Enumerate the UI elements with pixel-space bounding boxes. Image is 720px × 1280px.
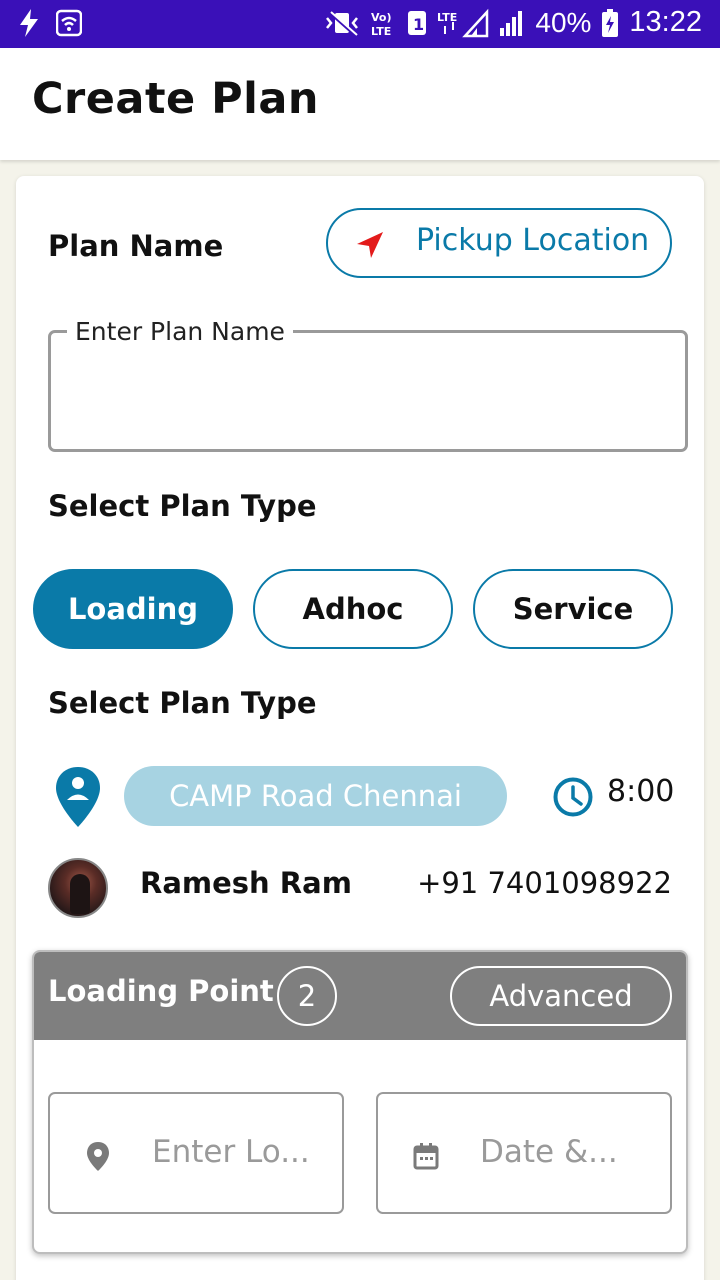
plan-name-label: Plan Name bbox=[48, 229, 224, 263]
status-bar: Vo) LTE 1 LTE 40% 13:22 bbox=[0, 0, 720, 48]
pickup-location-chip[interactable]: CAMP Road Chennai bbox=[124, 766, 507, 826]
plan-type-adhoc-button[interactable]: Adhoc bbox=[253, 569, 453, 649]
clock-icon bbox=[553, 777, 593, 817]
calendar-icon bbox=[413, 1143, 439, 1170]
svg-text:LTE: LTE bbox=[371, 25, 391, 38]
clock-time: 13:22 bbox=[629, 6, 702, 38]
battery-charging-icon bbox=[602, 8, 619, 37]
create-plan-card: Plan Name Pickup Location Enter Plan Nam… bbox=[16, 176, 704, 1280]
svg-text:Vo): Vo) bbox=[371, 11, 392, 24]
loading-point-count-badge: 2 bbox=[277, 966, 337, 1026]
loading-point-header: Loading Point 2 Advanced bbox=[34, 952, 686, 1040]
contact-name: Ramesh Ram bbox=[140, 866, 352, 900]
loading-date-placeholder: Date &... bbox=[480, 1134, 618, 1170]
loading-location-input[interactable]: Enter Lo... bbox=[48, 1092, 344, 1214]
flash-icon bbox=[20, 9, 38, 37]
select-plan-type-label-2: Select Plan Type bbox=[48, 686, 317, 720]
navigation-arrow-icon bbox=[357, 232, 383, 258]
battery-percent: 40% bbox=[535, 6, 592, 38]
app-bar: Create Plan bbox=[0, 48, 720, 160]
sim-1-icon: 1 bbox=[408, 10, 427, 35]
pickup-time[interactable]: 8:00 bbox=[607, 774, 674, 809]
location-pin-icon bbox=[56, 767, 100, 827]
pickup-location-button[interactable]: Pickup Location bbox=[326, 208, 672, 278]
vibrate-icon bbox=[326, 10, 359, 36]
contact-phone: +91 7401098922 bbox=[417, 866, 672, 900]
pickup-location-label: Pickup Location bbox=[416, 223, 650, 258]
page-title: Create Plan bbox=[32, 74, 320, 124]
loading-date-input[interactable]: Date &... bbox=[376, 1092, 672, 1214]
plan-name-input[interactable]: Enter Plan Name bbox=[48, 317, 688, 452]
plan-type-loading-button[interactable]: Loading bbox=[33, 569, 233, 649]
loading-point-title: Loading Point bbox=[48, 974, 274, 1008]
location-pin-icon bbox=[87, 1142, 109, 1171]
plan-name-input-label: Enter Plan Name bbox=[67, 317, 293, 346]
svg-text:1: 1 bbox=[413, 15, 424, 34]
advanced-button[interactable]: Advanced bbox=[450, 966, 672, 1026]
plan-type-service-button[interactable]: Service bbox=[473, 569, 673, 649]
avatar bbox=[48, 858, 108, 918]
lte-signal-icon: LTE bbox=[437, 8, 489, 37]
wifi-icon bbox=[56, 9, 82, 37]
select-plan-type-label: Select Plan Type bbox=[48, 489, 317, 523]
volte-icon: Vo)LTE bbox=[371, 11, 392, 38]
svg-text:LTE: LTE bbox=[437, 11, 457, 24]
loading-location-placeholder: Enter Lo... bbox=[152, 1134, 310, 1170]
loading-point-panel: Loading Point 2 Advanced Enter Lo... Dat… bbox=[32, 950, 688, 1254]
signal-icon bbox=[500, 10, 523, 36]
